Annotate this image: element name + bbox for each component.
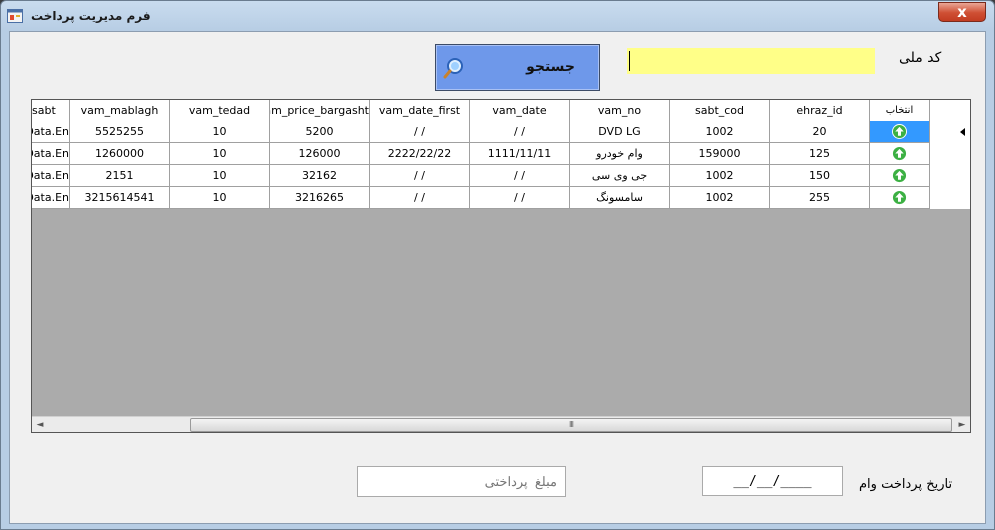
cell-vam-mablagh[interactable]: 5525255 [70,121,170,143]
cell-vam-price-bargasht[interactable]: 5200 [270,121,370,143]
cell-vam-date-first[interactable]: 2222/22/22 [370,143,470,165]
up-arrow-icon[interactable] [892,145,907,161]
table-row[interactable]: 255 1002 سامسونگ / / / / 3216265 10 3215… [32,187,970,209]
cell-vam-no[interactable]: جی وی سی [570,165,670,187]
cell-sabt[interactable]: Data.En [32,143,70,165]
cell-vam-tedad[interactable]: 10 [170,165,270,187]
cell-vam-mablagh[interactable]: 3215614541 [70,187,170,209]
cell-sabt-cod[interactable]: 1002 [670,165,770,187]
cell-sabt-cod[interactable]: 159000 [670,143,770,165]
column-header-vam-price-bargasht[interactable]: vam_price_bargasht [270,100,370,121]
column-header-vam-price-bargasht-label: vam_price_bargasht [270,104,369,117]
close-button[interactable]: x [938,2,986,22]
app-window: فرم مدیریت پرداخت x کد ملی جستجو انتخاب … [0,0,995,530]
horizontal-scrollbar[interactable]: ◄ III ► [32,416,970,432]
cell-sabt-text: Data.En [32,125,69,138]
national-code-input[interactable] [627,48,875,74]
cell-sabt[interactable]: Data.En [32,187,70,209]
column-header-select[interactable]: انتخاب [870,100,930,121]
up-arrow-icon[interactable] [892,167,907,183]
payment-date-input[interactable]: __/__/____ [702,466,843,496]
search-button-label: جستجو [526,59,575,75]
cell-vam-date[interactable]: 1111/11/11 [470,143,570,165]
up-arrow-icon[interactable] [892,123,907,139]
scroll-right-arrow-icon[interactable]: ► [954,417,970,432]
search-button[interactable]: جستجو [435,44,600,91]
select-cell[interactable] [870,143,930,165]
column-header-vam-date-first[interactable]: vam_date_first [370,100,470,121]
cell-vam-date-first[interactable]: / / [370,121,470,143]
form-icon [7,9,23,23]
cell-vam-price-bargasht[interactable]: 126000 [270,143,370,165]
payments-grid[interactable]: انتخاب ehraz_id sabt_cod vam_no vam_date… [31,99,971,433]
window-title: فرم مدیریت پرداخت [31,9,151,23]
column-header-vam-no[interactable]: vam_no [570,100,670,121]
cell-vam-no[interactable]: وام خودرو [570,143,670,165]
grid-header: انتخاب ehraz_id sabt_cod vam_no vam_date… [32,100,970,122]
table-row[interactable]: 20 1002 DVD LG / / / / 5200 10 5525255 D… [32,121,970,143]
select-cell[interactable] [870,121,930,143]
scroll-left-arrow-icon[interactable]: ◄ [32,417,48,432]
table-row[interactable]: 150 1002 جی وی سی / / / / 32162 10 2151 … [32,165,970,187]
up-arrow-icon[interactable] [892,189,907,205]
national-code-label: کد ملی [899,50,942,66]
cell-sabt-cod[interactable]: 1002 [670,187,770,209]
cell-ehraz-id[interactable]: 255 [770,187,870,209]
column-header-vam-mablagh[interactable]: vam_mablagh [70,100,170,121]
cell-sabt-text: Data.En [32,169,69,182]
payment-date-label: تاریخ پرداخت وام [859,477,953,492]
cell-vam-mablagh[interactable]: 1260000 [70,143,170,165]
payment-amount-input[interactable] [357,466,566,497]
cell-vam-no[interactable]: DVD LG [570,121,670,143]
cell-vam-date[interactable]: / / [470,187,570,209]
cell-sabt[interactable]: Data.En [32,121,70,143]
column-header-vam-date[interactable]: vam_date [470,100,570,121]
column-header-vam-tedad[interactable]: vam_tedad [170,100,270,121]
select-cell[interactable] [870,165,930,187]
cell-vam-mablagh[interactable]: 2151 [70,165,170,187]
column-header-sabt-cod[interactable]: sabt_cod [670,100,770,121]
cell-vam-date-first[interactable]: / / [370,165,470,187]
cell-sabt[interactable]: Data.En [32,165,70,187]
table-row[interactable]: 125 159000 وام خودرو 1111/11/11 2222/22/… [32,143,970,165]
cell-vam-price-bargasht[interactable]: 3216265 [270,187,370,209]
cell-vam-price-bargasht[interactable]: 32162 [270,165,370,187]
cell-vam-date[interactable]: / / [470,165,570,187]
column-header-sabt-label: sabt [32,104,56,117]
cell-vam-date-first[interactable]: / / [370,187,470,209]
text-caret [629,51,630,71]
current-row-pointer-icon [960,128,965,136]
cell-vam-tedad[interactable]: 10 [170,187,270,209]
cell-sabt-text: Data.En [32,147,69,160]
cell-ehraz-id[interactable]: 150 [770,165,870,187]
cell-vam-tedad[interactable]: 10 [170,121,270,143]
cell-ehraz-id[interactable]: 125 [770,143,870,165]
column-header-ehraz-id[interactable]: ehraz_id [770,100,870,121]
cell-sabt-text: Data.En [32,191,69,204]
title-bar[interactable]: فرم مدیریت پرداخت x [1,1,994,31]
cell-vam-tedad[interactable]: 10 [170,143,270,165]
cell-sabt-cod[interactable]: 1002 [670,121,770,143]
search-icon [443,58,463,79]
scrollbar-thumb[interactable]: III [190,418,952,432]
cell-vam-no[interactable]: سامسونگ [570,187,670,209]
cell-ehraz-id[interactable]: 20 [770,121,870,143]
cell-vam-date[interactable]: / / [470,121,570,143]
select-cell[interactable] [870,187,930,209]
column-header-sabt[interactable]: sabt [32,100,70,121]
